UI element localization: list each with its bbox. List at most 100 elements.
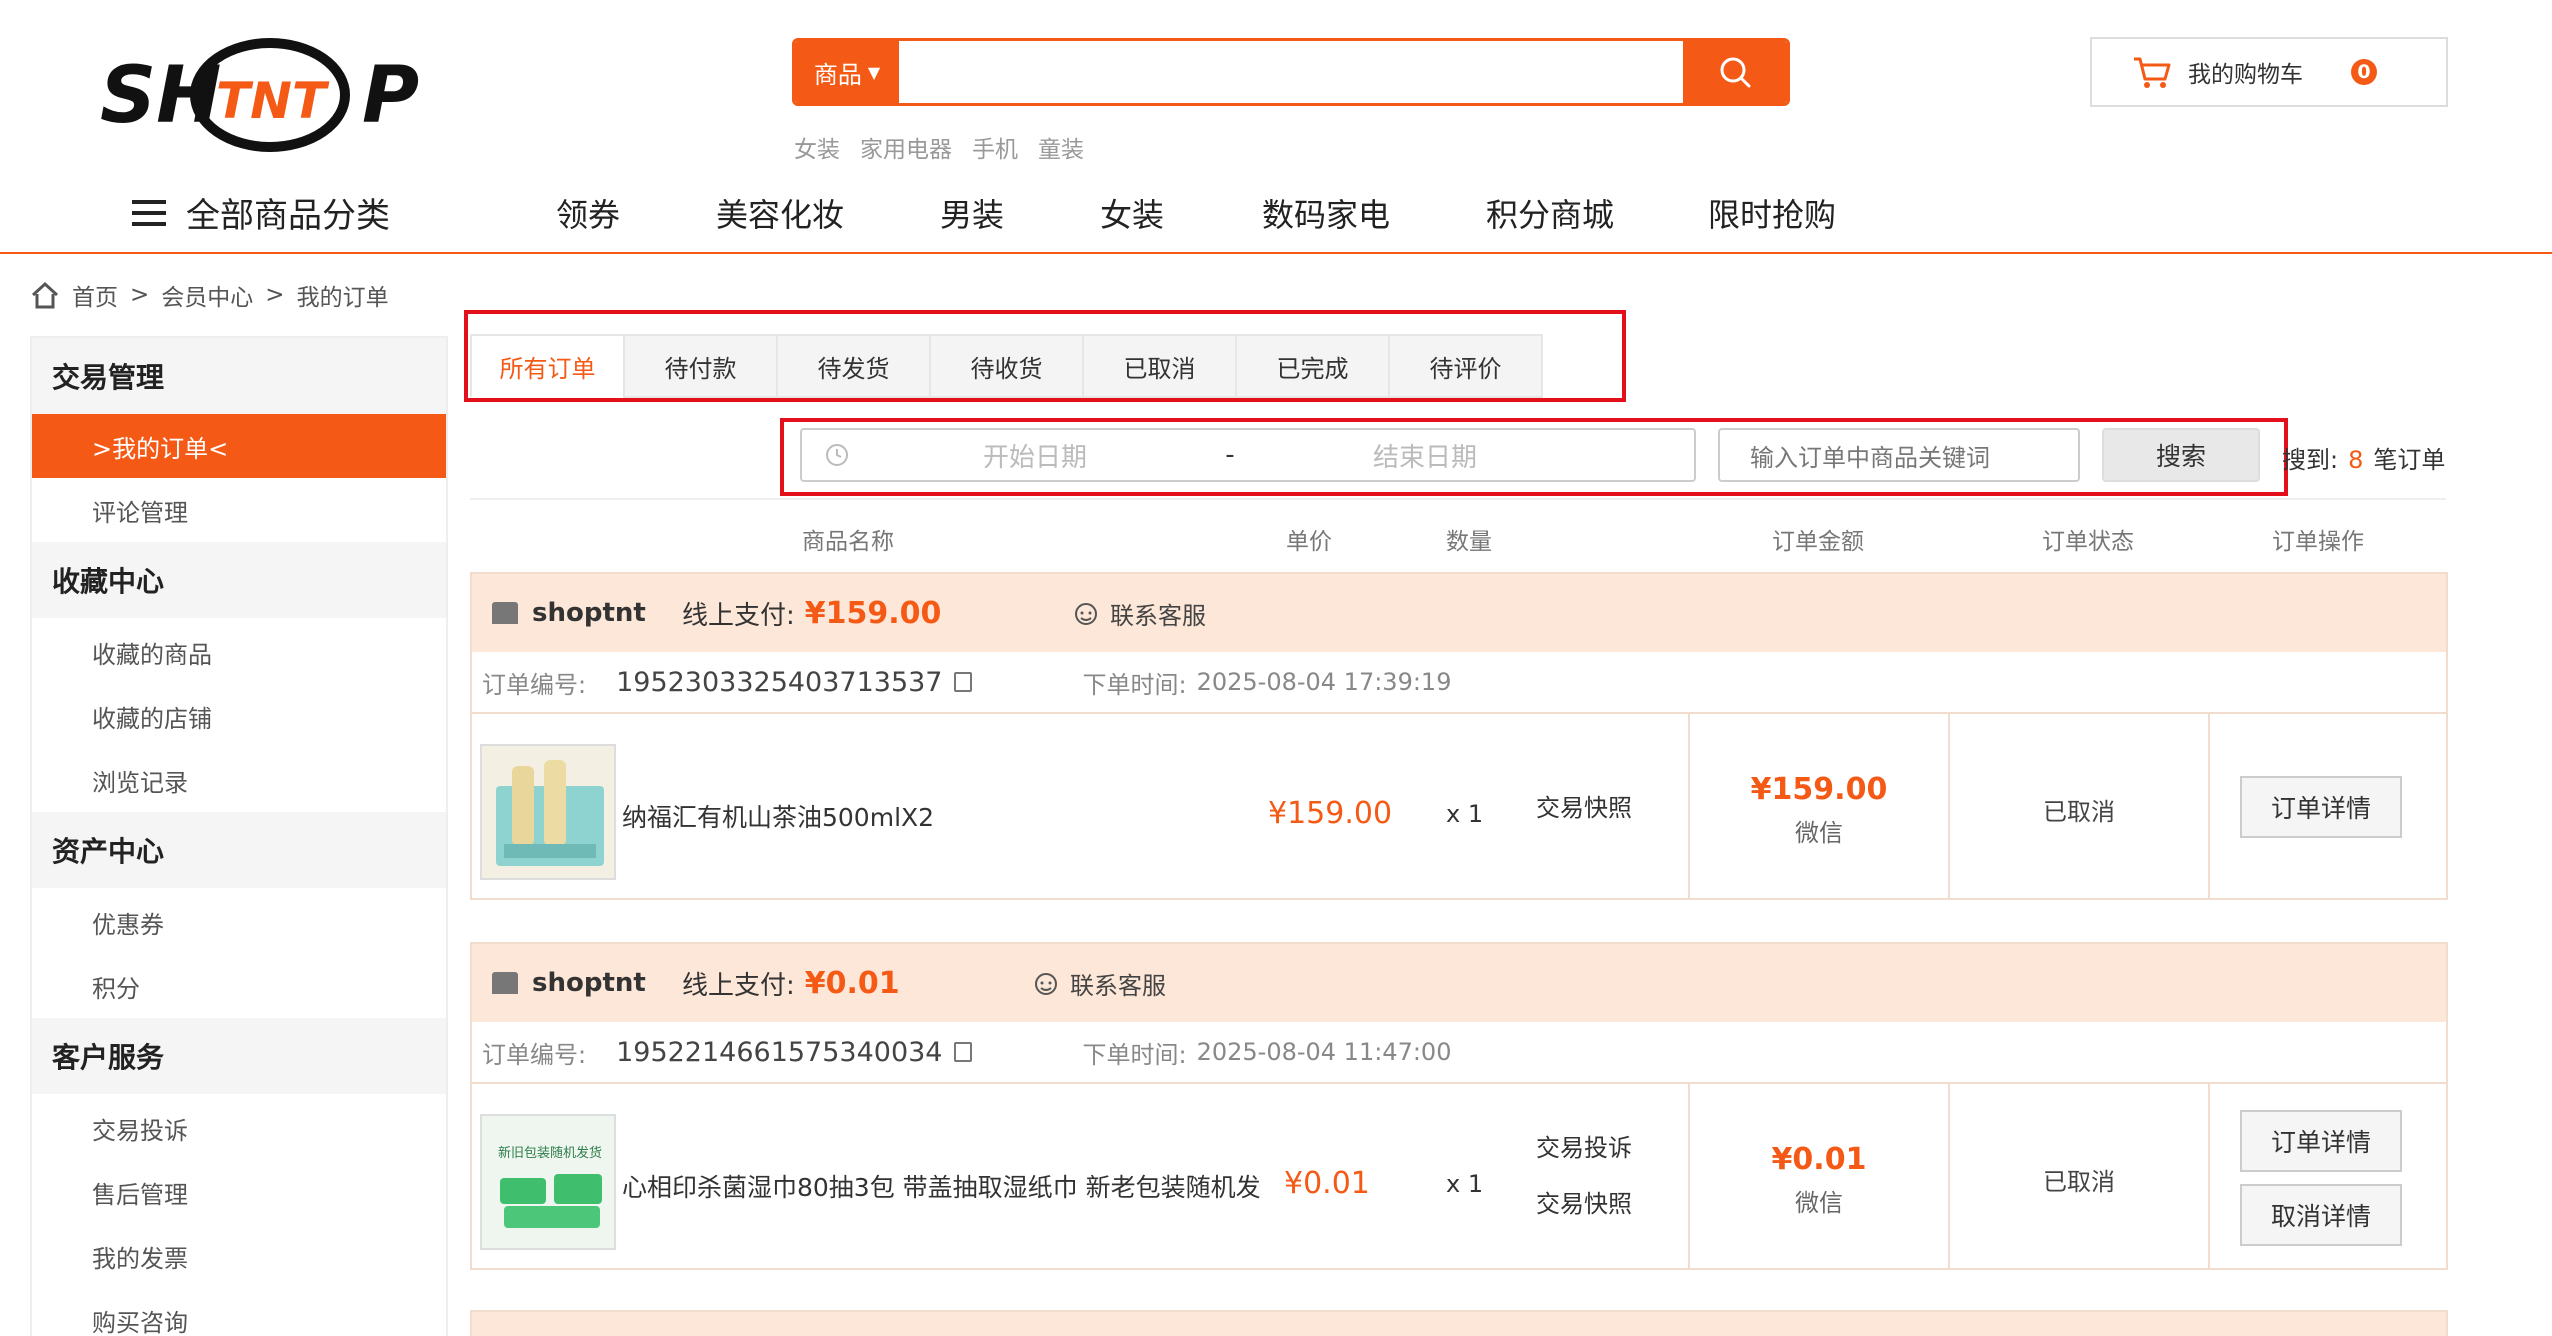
order-time-label: 下单时间: (1082, 1040, 1187, 1069)
search-category-label: 商品 (813, 60, 862, 89)
sidebar-item-invoices[interactable]: 我的发票 (32, 1224, 446, 1288)
pay-amount: ¥159.00 (804, 595, 942, 631)
col-quantity: 数量 (1446, 529, 1492, 555)
search-icon (1720, 57, 1751, 88)
result-number: 8 (2348, 446, 2364, 474)
headset-icon (1035, 972, 1057, 995)
copy-icon[interactable] (954, 672, 973, 692)
all-categories-menu[interactable]: 全部商品分类 (130, 188, 390, 237)
all-categories-label: 全部商品分类 (186, 196, 390, 236)
sidebar-item-fav-shops[interactable]: 收藏的店铺 (32, 684, 446, 748)
sidebar-group-trade: 交易管理 (32, 338, 446, 414)
sidebar-group-favorites: 收藏中心 (32, 542, 446, 618)
breadcrumb-separator: > (265, 282, 285, 308)
order-header: shoptnt 线上支付: ¥0.01 (472, 944, 2446, 1022)
product-thumbnail[interactable]: 新旧包装随机发货 (480, 1114, 616, 1250)
shop-name[interactable]: shoptnt (532, 968, 682, 998)
order-amount: ¥159.00 (1750, 772, 1888, 807)
sidebar-item-after-sales[interactable]: 售后管理 (32, 1160, 446, 1224)
pay-amount: ¥0.01 (804, 965, 900, 1001)
sidebar-item-fav-goods[interactable]: 收藏的商品 (32, 620, 446, 684)
sidebar-item-history[interactable]: 浏览记录 (32, 748, 446, 812)
highlight-box-filters (780, 418, 2288, 496)
sidebar-item-complaints[interactable]: 交易投诉 (32, 1096, 446, 1160)
search-result-count: 搜到: 8 笔订单 (2282, 440, 2445, 475)
trade-snapshot-link[interactable]: 交易快照 (1536, 788, 1632, 823)
contact-service-label: 联系客服 (1110, 602, 1206, 630)
order-card: shoptnt 线上支付: ¥159.00 联系客服 订单编号: 1952303… (470, 572, 2448, 900)
nav-item-menswear[interactable]: 男装 (940, 190, 1004, 236)
search-button[interactable] (1683, 41, 1787, 103)
hot-word[interactable]: 童装 (1038, 130, 1084, 164)
search-input[interactable] (899, 41, 1683, 103)
filter-divider (470, 498, 2446, 500)
search-category-select[interactable]: 商品 ▼ (795, 41, 899, 103)
breadcrumb-separator: > (130, 282, 150, 308)
product-thumbnail[interactable] (480, 744, 616, 880)
contact-service-label: 联系客服 (1070, 972, 1166, 1000)
pay-label: 线上支付: (682, 970, 795, 1001)
shop-name[interactable]: shoptnt (532, 598, 682, 628)
cart-icon (2134, 57, 2171, 88)
nav-item-electronics[interactable]: 数码家电 (1262, 190, 1390, 236)
cart-button[interactable]: 我的购物车 0 (2090, 37, 2448, 107)
divider (2208, 1084, 2210, 1270)
hot-word[interactable]: 手机 (972, 130, 1018, 164)
contact-service-link[interactable]: 联系客服 (1032, 966, 1166, 1001)
site-logo[interactable]: SH TNT P (100, 30, 440, 160)
divider (2208, 714, 2210, 900)
col-order-status: 订单状态 (2042, 529, 2134, 555)
unit-price: ¥0.01 (1284, 1166, 1370, 1201)
payment-method: 微信 (1795, 1189, 1843, 1217)
order-detail-button[interactable]: 订单详情 (2240, 776, 2402, 838)
sidebar-item-reviews[interactable]: 评论管理 (32, 478, 446, 542)
sidebar-group-assets: 资产中心 (32, 812, 446, 888)
product-name[interactable]: 纳福汇有机山茶油500mlX2 (622, 798, 934, 834)
product-name[interactable]: 心相印杀菌湿巾80抽3包 带盖抽取湿纸巾 新老包装随机发 (622, 1168, 1261, 1204)
result-suffix: 笔订单 (2373, 446, 2446, 474)
search-bar: 商品 ▼ (792, 38, 1790, 106)
col-order-actions: 订单操作 (2272, 529, 2364, 555)
breadcrumb: 首页 > 会员中心 > 我的订单 (30, 278, 389, 312)
hot-word[interactable]: 女装 (794, 130, 840, 164)
order-sn: 1952303325403713537 (616, 666, 943, 698)
order-time-label: 下单时间: (1082, 670, 1187, 699)
col-unit-price: 单价 (1286, 529, 1332, 555)
trade-snapshot-link[interactable]: 交易快照 (1536, 1184, 1632, 1219)
nav-item-beauty[interactable]: 美容化妆 (716, 190, 844, 236)
nav-item-flash-sale[interactable]: 限时抢购 (1708, 190, 1836, 236)
contact-service-link[interactable]: 联系客服 (1072, 596, 1206, 631)
home-icon (31, 281, 59, 309)
sidebar-group-service: 客户服务 (32, 1018, 446, 1094)
sidebar-item-inquiries[interactable]: 购买咨询 (32, 1288, 446, 1336)
order-header: shoptnt 线上支付: ¥159.00 (472, 574, 2446, 652)
breadcrumb-member-center[interactable]: 会员中心 (161, 278, 253, 312)
breadcrumb-my-orders: 我的订单 (296, 285, 389, 311)
shop-icon (492, 602, 518, 624)
order-detail-button[interactable]: 订单详情 (2240, 1110, 2402, 1172)
shop-icon (492, 972, 518, 994)
hot-word[interactable]: 家用电器 (860, 130, 952, 164)
trade-complaint-link[interactable]: 交易投诉 (1536, 1128, 1632, 1163)
breadcrumb-home[interactable]: 首页 (72, 278, 118, 312)
copy-icon[interactable] (954, 1042, 973, 1062)
order-card-partial (470, 1310, 2448, 1336)
order-sn-label: 订单编号: (482, 1040, 587, 1069)
sidebar-item-my-orders[interactable]: >我的订单< (32, 414, 446, 478)
nav-item-points-mall[interactable]: 积分商城 (1486, 190, 1614, 236)
pay-label: 线上支付: (682, 600, 795, 631)
svg-text:P: P (362, 51, 419, 141)
sidebar-item-coupons[interactable]: 优惠券 (32, 890, 446, 954)
result-prefix: 搜到: (2282, 446, 2339, 474)
sidebar-item-points[interactable]: 积分 (32, 954, 446, 1018)
cancel-detail-button[interactable]: 取消详情 (2240, 1184, 2402, 1246)
nav-item-womenswear[interactable]: 女装 (1100, 190, 1164, 236)
svg-text:SH: SH (100, 51, 221, 141)
caret-down-icon: ▼ (867, 62, 881, 82)
order-card: shoptnt 线上支付: ¥0.01 联系客服 订单编号: 195221466… (470, 942, 2448, 1270)
unit-price: ¥159.00 (1268, 796, 1393, 831)
order-amount-cell: ¥159.00 微信 (1690, 772, 1948, 848)
thumbnail-caption: 新旧包装随机发货 (497, 1146, 602, 1161)
order-meta: 订单编号: 1952214661575340034 下单时间: 2025-08-… (472, 1022, 2446, 1084)
nav-item-coupons[interactable]: 领券 (556, 190, 620, 236)
